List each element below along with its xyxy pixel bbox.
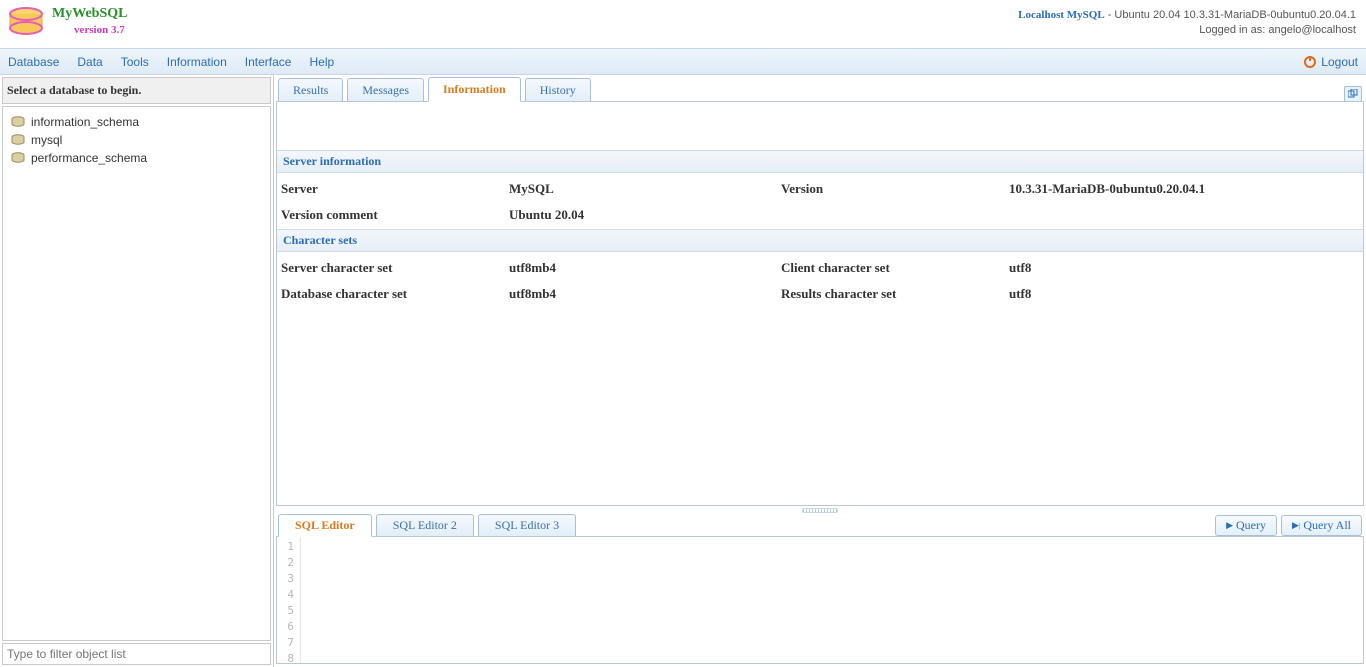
main: Select a database to begin. information_…: [0, 75, 1366, 667]
value-server-charset: utf8mb4: [509, 260, 781, 276]
value-database-charset: utf8mb4: [509, 286, 781, 302]
value-server: MySQL: [509, 181, 781, 197]
play-all-icon: ▶|: [1292, 520, 1300, 531]
section-character-sets: Character sets: [277, 229, 1363, 252]
query-all-button[interactable]: ▶|Query All: [1281, 515, 1362, 536]
filter-box: [2, 643, 271, 665]
information-panel: Server information Server MySQL Version …: [277, 102, 1363, 505]
label-client-charset: Client character set: [781, 260, 1009, 276]
database-item-information-schema[interactable]: information_schema: [7, 113, 266, 131]
value-client-charset: utf8: [1009, 260, 1359, 276]
label-version-comment: Version comment: [281, 207, 509, 223]
tab-history[interactable]: History: [525, 78, 591, 102]
database-icon: [11, 116, 25, 128]
logout-label: Logout: [1321, 55, 1358, 69]
logged-in-as: Logged in as: angelo@localhost: [1018, 23, 1356, 38]
header: MyWebSQL version 3.7 Localhost MySQL - U…: [0, 0, 1366, 48]
query-all-label: Query All: [1303, 518, 1351, 533]
menu-help[interactable]: Help: [309, 55, 334, 69]
connection-info: Localhost MySQL - Ubuntu 20.04 10.3.31-M…: [1018, 6, 1356, 39]
menu-items: Database Data Tools Information Interfac…: [8, 55, 334, 69]
editor-tab-3[interactable]: SQL Editor 3: [478, 514, 576, 536]
editor-tab-2[interactable]: SQL Editor 2: [376, 514, 474, 536]
code-input[interactable]: [301, 537, 1363, 663]
content: Results Messages Information History Ser…: [274, 75, 1366, 667]
logout-button[interactable]: Logout: [1303, 55, 1358, 69]
menu-data[interactable]: Data: [77, 55, 102, 69]
logo-area: MyWebSQL version 3.7: [6, 6, 127, 42]
menu-interface[interactable]: Interface: [245, 55, 292, 69]
section-server-information: Server information: [277, 150, 1363, 173]
value-version-comment: Ubuntu 20.04: [509, 207, 781, 223]
sql-editor-area: 12345678: [276, 536, 1364, 664]
value-results-charset: utf8: [1009, 286, 1359, 302]
label-server: Server: [281, 181, 509, 197]
query-button[interactable]: ▶Query: [1215, 515, 1277, 536]
sidebar: Select a database to begin. information_…: [0, 75, 274, 667]
popout-button[interactable]: [1344, 86, 1362, 102]
editor-tabs: SQL Editor SQL Editor 2 SQL Editor 3 ▶Qu…: [274, 513, 1366, 537]
sidebar-hint: Select a database to begin.: [2, 77, 271, 104]
tab-messages[interactable]: Messages: [347, 78, 424, 102]
database-list: information_schema mysql performance_sch…: [2, 106, 271, 641]
database-label: mysql: [31, 133, 62, 147]
app-version: version 3.7: [74, 24, 127, 36]
label-results-charset: Results character set: [781, 286, 1009, 302]
database-item-mysql[interactable]: mysql: [7, 131, 266, 149]
label-server-charset: Server character set: [281, 260, 509, 276]
database-item-performance-schema[interactable]: performance_schema: [7, 149, 266, 167]
database-icon: [11, 152, 25, 164]
database-icon: [11, 134, 25, 146]
label-database-charset: Database character set: [281, 286, 509, 302]
tab-information[interactable]: Information: [428, 77, 521, 102]
database-label: information_schema: [31, 115, 139, 129]
database-label: performance_schema: [31, 151, 147, 165]
app-title: MyWebSQL: [52, 6, 127, 22]
popout-icon: [1348, 89, 1358, 99]
menu-database[interactable]: Database: [8, 55, 59, 69]
connection-server: Localhost MySQL: [1018, 9, 1104, 21]
editor-tab-1[interactable]: SQL Editor: [278, 514, 372, 537]
menu-information[interactable]: Information: [167, 55, 227, 69]
menubar: Database Data Tools Information Interfac…: [0, 48, 1366, 75]
database-logo-icon: [6, 6, 46, 42]
label-version: Version: [781, 181, 1009, 197]
power-icon: [1303, 55, 1317, 69]
value-version: 10.3.31-MariaDB-0ubuntu0.20.04.1: [1009, 181, 1359, 197]
tab-results[interactable]: Results: [278, 78, 343, 102]
query-label: Query: [1236, 518, 1266, 533]
result-tabs: Results Messages Information History: [274, 77, 1366, 102]
filter-input[interactable]: [3, 644, 270, 664]
connection-detail: - Ubuntu 20.04 10.3.31-MariaDB-0ubuntu0.…: [1105, 9, 1356, 21]
menu-tools[interactable]: Tools: [121, 55, 149, 69]
line-gutter: 12345678: [277, 537, 301, 663]
play-icon: ▶: [1226, 520, 1233, 531]
